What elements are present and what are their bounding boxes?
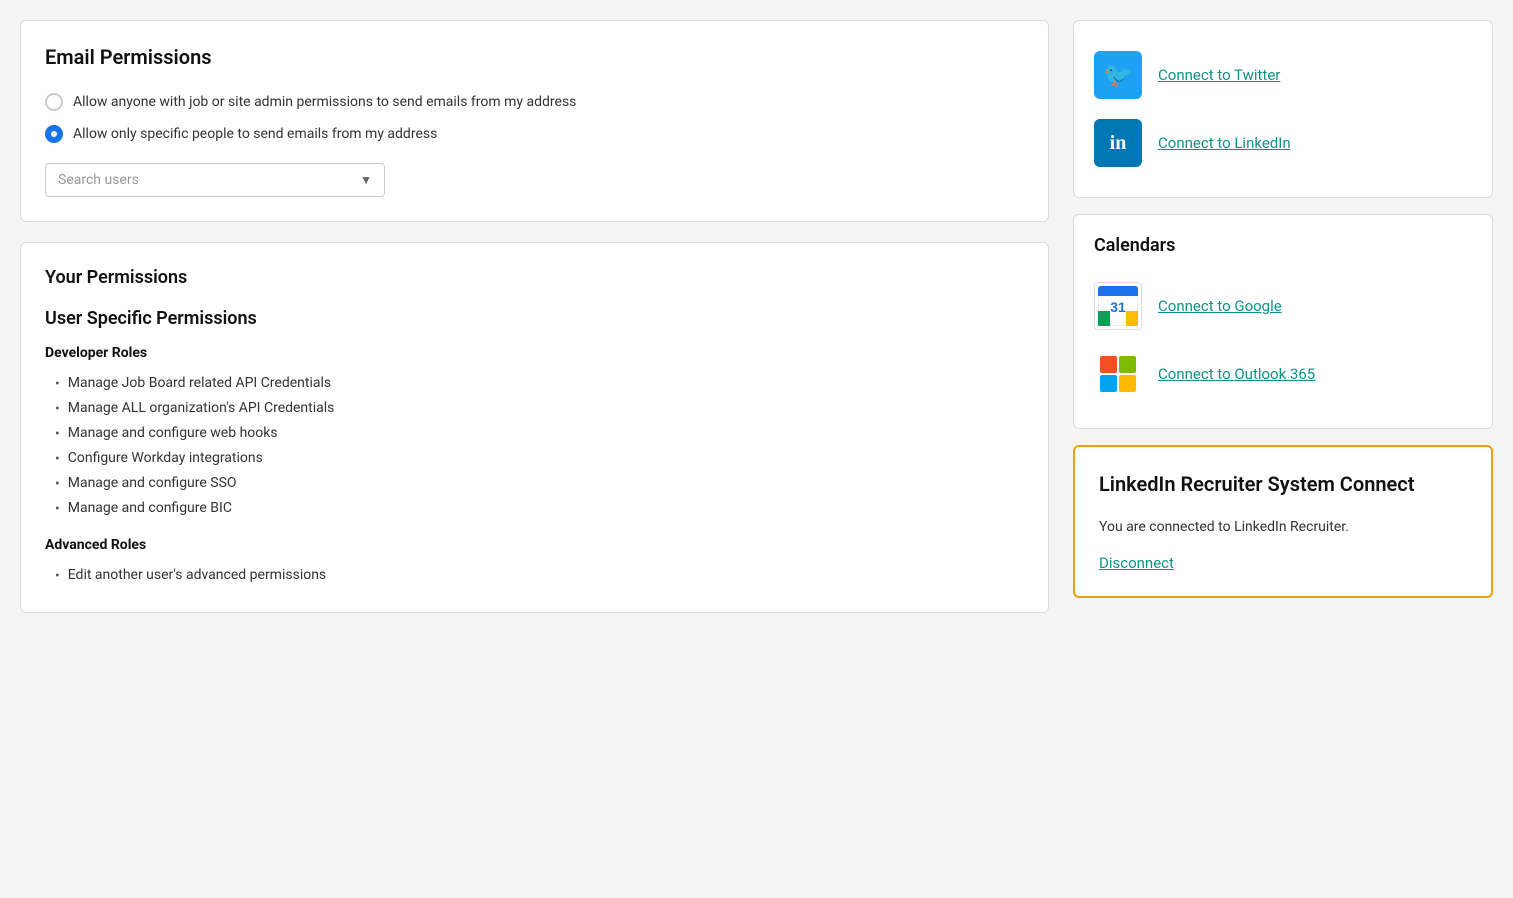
permissions-card: Your Permissions User Specific Permissio… [20,242,1049,613]
google-cal-svg: 31 [1098,286,1138,326]
linkedin-recruiter-description: You are connected to LinkedIn Recruiter. [1099,517,1467,538]
user-specific-permissions-heading: User Specific Permissions [45,308,1024,329]
connect-linkedin-link[interactable]: Connect to LinkedIn [1158,134,1291,152]
email-permissions-card: Email Permissions Allow anyone with job … [20,20,1049,222]
advanced-roles-heading: Advanced Roles [45,537,1024,553]
radio-label-anyone: Allow anyone with job or site admin perm… [73,94,576,110]
calendars-card: Calendars 31 [1073,214,1493,429]
main-column: Email Permissions Allow anyone with job … [20,20,1049,613]
radio-group: Allow anyone with job or site admin perm… [45,93,1024,143]
search-users-dropdown[interactable]: Search users ▼ [45,163,385,197]
outlook-cell-yellow [1119,375,1136,392]
linkedin-recruiter-title: LinkedIn Recruiter System Connect [1099,471,1467,497]
list-item: Manage and configure BIC [55,496,1024,521]
linkedin-in-icon: in [1110,132,1127,155]
outlook-icon [1094,350,1142,398]
radio-circle-anyone [45,93,63,111]
radio-option-anyone[interactable]: Allow anyone with job or site admin perm… [45,93,1024,111]
advanced-roles-list: Edit another user's advanced permissions [45,563,1024,588]
radio-label-specific: Allow only specific people to send email… [73,126,437,142]
developer-roles-heading: Developer Roles [45,345,1024,361]
connect-outlook-link[interactable]: Connect to Outlook 365 [1158,365,1315,383]
linkedin-icon: in [1094,119,1142,167]
developer-roles-list: Manage Job Board related API Credentials… [45,371,1024,521]
list-item: Configure Workday integrations [55,446,1024,471]
svg-text:31: 31 [1110,299,1126,315]
calendars-title: Calendars [1094,235,1472,256]
list-item: Manage and configure SSO [55,471,1024,496]
radio-option-specific[interactable]: Allow only specific people to send email… [45,125,1024,143]
social-connections-card: 🐦 Connect to Twitter in Connect to Linke… [1073,20,1493,198]
permissions-title: Your Permissions [45,267,1024,288]
outlook-grid-icon [1100,356,1136,392]
search-users-placeholder: Search users [58,172,360,188]
dropdown-arrow-icon: ▼ [360,173,372,187]
twitter-bird-icon: 🐦 [1103,61,1133,89]
outlook-cell-green [1119,356,1136,373]
linkedin-recruiter-card: LinkedIn Recruiter System Connect You ar… [1073,445,1493,598]
list-item: Edit another user's advanced permissions [55,563,1024,588]
connect-google-link[interactable]: Connect to Google [1158,297,1282,315]
list-item: Manage Job Board related API Credentials [55,371,1024,396]
list-item: Manage ALL organization's API Credential… [55,396,1024,421]
twitter-connect-item: 🐦 Connect to Twitter [1094,41,1472,109]
outlook-calendar-item: Connect to Outlook 365 [1094,340,1472,408]
linkedin-connect-item: in Connect to LinkedIn [1094,109,1472,177]
google-calendar-icon: 31 [1094,282,1142,330]
twitter-icon: 🐦 [1094,51,1142,99]
outlook-cell-blue [1100,375,1117,392]
google-calendar-item: 31 Connect to Google [1094,272,1472,340]
connect-twitter-link[interactable]: Connect to Twitter [1158,66,1280,84]
disconnect-link[interactable]: Disconnect [1099,554,1174,572]
sidebar-column: 🐦 Connect to Twitter in Connect to Linke… [1073,20,1493,598]
list-item: Manage and configure web hooks [55,421,1024,446]
radio-circle-specific [45,125,63,143]
outlook-cell-red [1100,356,1117,373]
email-permissions-title: Email Permissions [45,45,1024,69]
